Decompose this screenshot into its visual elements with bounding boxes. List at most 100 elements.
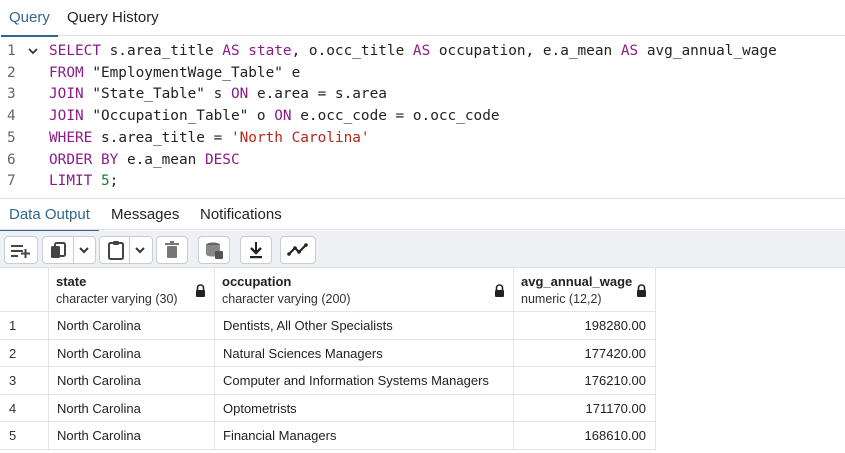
sql-text: ;: [109, 173, 119, 189]
cell-occupation[interactable]: Financial Managers: [215, 422, 514, 450]
tab-query-history[interactable]: Query History: [67, 0, 159, 36]
cell-occupation[interactable]: Dentists, All Other Specialists: [215, 312, 514, 340]
query-tab-bar: Query Query History: [0, 0, 845, 37]
cell-occupation[interactable]: Computer and Information Systems Manager…: [215, 367, 514, 395]
sql-keyword: AS: [412, 43, 431, 59]
code-line[interactable]: 1 SELECT s.area_title AS state, o.occ_tit…: [0, 40, 845, 62]
column-header-avg-annual-wage[interactable]: avg_annual_wage numeric (12,2): [514, 268, 656, 312]
cell-state[interactable]: North Carolina: [49, 395, 215, 422]
graph-visualiser-button[interactable]: [280, 236, 316, 264]
download-button[interactable]: [240, 236, 272, 264]
sql-keyword: JOIN: [49, 108, 84, 124]
lock-icon: [495, 284, 504, 297]
row-number[interactable]: 2: [0, 340, 49, 367]
code-line[interactable]: 3 JOIN "State_Table" s ON e.area = s.area: [0, 83, 845, 105]
column-header-state[interactable]: state character varying (30): [49, 268, 215, 312]
add-row-icon: [11, 245, 30, 258]
cell-avg-annual-wage[interactable]: 176210.00: [514, 367, 656, 395]
sql-text: e.occ_code = o.occ_code: [291, 108, 500, 124]
code-line[interactable]: 2 FROM "EmploymentWage_Table" e: [0, 62, 845, 84]
row-number[interactable]: 5: [0, 422, 49, 450]
cell-avg-annual-wage[interactable]: 168610.00: [514, 422, 656, 450]
sql-keyword: SELECT: [49, 43, 101, 59]
sql-keyword: LIMIT: [49, 173, 93, 189]
paste-icon: [107, 241, 124, 260]
sql-text: s.area_title: [100, 43, 223, 59]
cell-occupation[interactable]: Optometrists: [215, 395, 514, 422]
line-number: 3: [7, 86, 16, 102]
cell-occupation[interactable]: Natural Sciences Managers: [215, 340, 514, 367]
row-number[interactable]: 4: [0, 395, 49, 422]
sql-keyword: state: [248, 43, 292, 59]
sql-keyword: ON: [274, 108, 292, 124]
line-number: 7: [7, 173, 16, 189]
lock-icon: [196, 284, 205, 297]
cell-state[interactable]: North Carolina: [49, 340, 215, 367]
tab-query[interactable]: Query: [1, 0, 58, 37]
code-text: ORDER BY e.a_mean DESC: [49, 149, 240, 171]
cell-state[interactable]: North Carolina: [49, 367, 215, 395]
sql-editor[interactable]: 1 SELECT s.area_title AS state, o.occ_tit…: [0, 37, 845, 197]
sql-text: "Occupation_Table" o: [83, 108, 275, 124]
delete-icon: [165, 241, 179, 258]
save-data-button[interactable]: [198, 236, 230, 264]
delete-button[interactable]: [156, 236, 188, 264]
add-row-button[interactable]: [4, 236, 38, 264]
column-name: avg_annual_wage: [521, 274, 633, 289]
code-line[interactable]: 5 WHERE s.area_title = 'North Carolina': [0, 127, 845, 149]
column-name: state: [56, 274, 87, 289]
paste-button[interactable]: [99, 236, 153, 264]
code-text: WHERE s.area_title = 'North Carolina': [49, 127, 370, 149]
sql-text: occupation, e.a_mean: [430, 43, 621, 59]
cell-avg-annual-wage[interactable]: 171170.00: [514, 395, 656, 422]
column-name: occupation: [222, 274, 292, 289]
chevron-down-icon[interactable]: [78, 245, 90, 255]
sql-keyword: ON: [230, 86, 249, 102]
row-number[interactable]: 1: [0, 312, 49, 340]
row-number[interactable]: 3: [0, 367, 49, 395]
tab-data-output[interactable]: Data Output: [0, 199, 99, 232]
code-text: FROM "EmploymentWage_Table" e: [49, 62, 300, 84]
fold-chevron-icon[interactable]: [27, 40, 39, 62]
sql-text: "State_Table" s: [83, 86, 231, 102]
tab-notifications[interactable]: Notifications: [200, 199, 282, 231]
code-text: LIMIT 5;: [49, 170, 118, 192]
code-line[interactable]: 6 ORDER BY e.a_mean DESC: [0, 149, 845, 171]
column-type: numeric (12,2): [521, 292, 602, 306]
row-number-header: [0, 268, 49, 312]
line-number: 1: [7, 43, 16, 59]
tab-messages[interactable]: Messages: [111, 199, 179, 231]
cell-state[interactable]: North Carolina: [49, 312, 215, 340]
download-icon: [250, 242, 262, 259]
data-output-toolbar: [0, 231, 845, 268]
cell-avg-annual-wage[interactable]: 177420.00: [514, 340, 656, 367]
line-number: 6: [7, 152, 16, 168]
line-number: 4: [7, 108, 16, 124]
column-type: character varying (200): [222, 292, 351, 306]
sql-text: , o.occ_title: [291, 43, 413, 59]
lock-icon: [637, 284, 646, 297]
code-text: SELECT s.area_title AS state, o.occ_titl…: [49, 40, 777, 62]
line-number: 2: [7, 65, 16, 81]
chevron-down-icon[interactable]: [134, 245, 146, 255]
cell-state[interactable]: North Carolina: [49, 422, 215, 450]
sql-keyword: DESC: [204, 152, 240, 168]
sql-keyword: ORDER BY: [49, 152, 119, 168]
save-data-icon: [206, 242, 223, 259]
sql-keyword: FROM: [49, 65, 84, 81]
column-type: character varying (30): [56, 292, 178, 306]
code-text: JOIN "State_Table" s ON e.area = s.area: [49, 83, 387, 105]
copy-icon: [50, 242, 66, 258]
column-header-occupation[interactable]: occupation character varying (200): [215, 268, 514, 312]
code-line[interactable]: 7 LIMIT 5;: [0, 170, 845, 192]
sql-text: e.area = s.area: [248, 86, 387, 102]
code-text: JOIN "Occupation_Table" o ON e.occ_code …: [49, 105, 500, 127]
sql-keyword: AS: [620, 43, 639, 59]
cell-avg-annual-wage[interactable]: 198280.00: [514, 312, 656, 340]
code-line[interactable]: 4 JOIN "Occupation_Table" o ON e.occ_code…: [0, 105, 845, 127]
copy-button[interactable]: [42, 236, 96, 264]
sql-keyword: WHERE: [49, 130, 93, 146]
sql-keyword: AS: [222, 43, 240, 59]
